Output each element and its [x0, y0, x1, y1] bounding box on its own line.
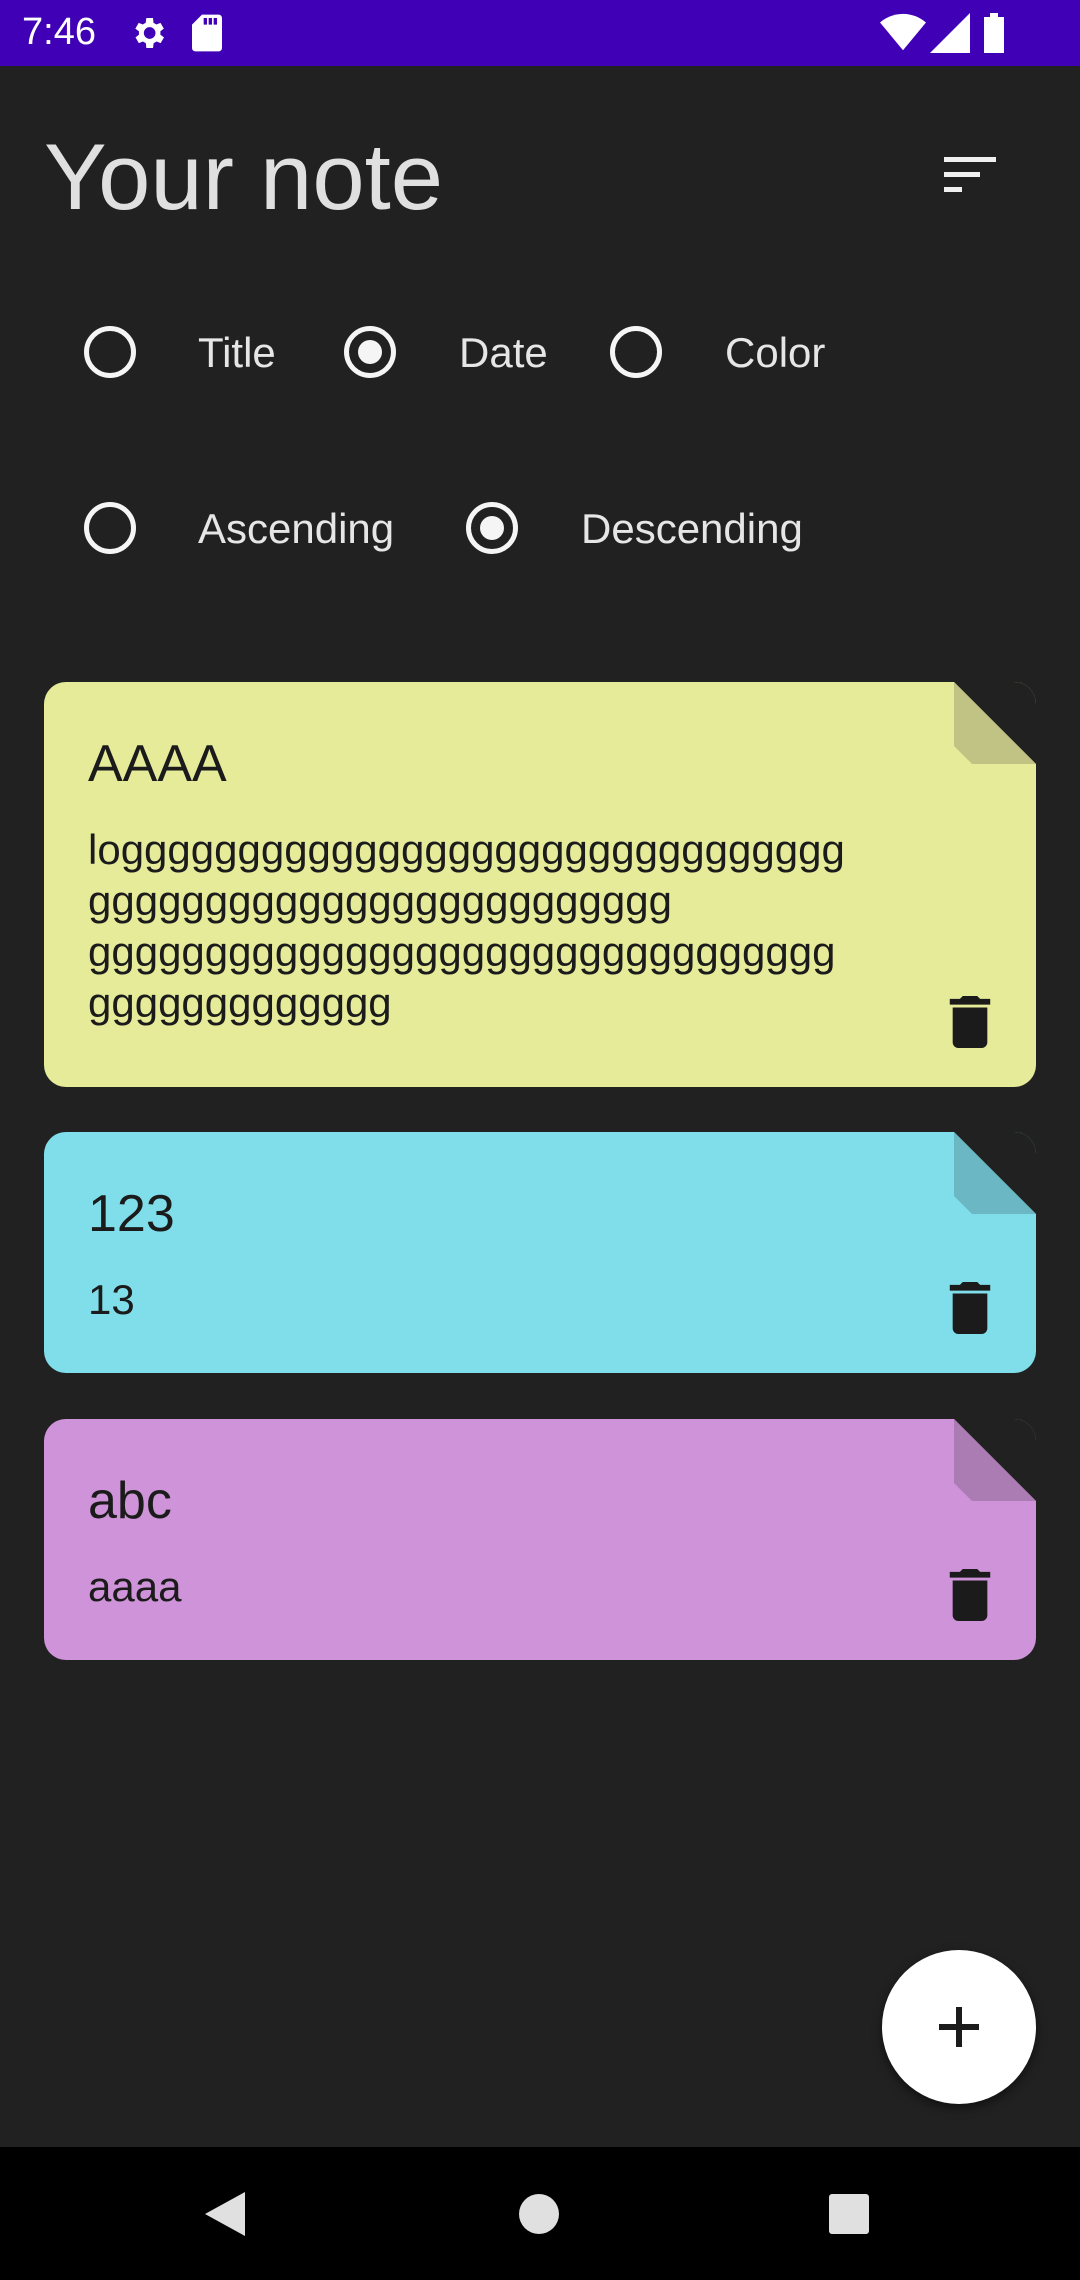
radio-date-label: Date: [459, 329, 548, 376]
battery-icon: [984, 13, 1004, 53]
delete-icon[interactable]: [948, 1569, 992, 1621]
radio-descending[interactable]: [466, 502, 518, 554]
page-title: Your note: [44, 124, 443, 229]
radio-descending-label: Descending: [581, 505, 803, 552]
note-title: 123: [88, 1185, 175, 1243]
gear-icon: [135, 18, 164, 48]
delete-icon[interactable]: [948, 1282, 992, 1334]
delete-icon[interactable]: [948, 996, 992, 1048]
sort-button[interactable]: [930, 140, 1010, 210]
radio-ascending[interactable]: [84, 502, 136, 554]
radio-color[interactable]: [610, 326, 662, 378]
note-body: 13: [88, 1276, 135, 1323]
note-card[interactable]: abc aaaa: [44, 1419, 1036, 1660]
note-card[interactable]: AAAA loggggggggggggggggggggggggggggggg g…: [44, 682, 1036, 1087]
add-note-button[interactable]: [882, 1950, 1036, 2104]
note-title: AAAA: [88, 735, 227, 793]
plus-icon: [939, 2007, 979, 2047]
home-icon[interactable]: [518, 2193, 560, 2235]
navigation-bar: [0, 2147, 1080, 2280]
sd-card-icon: [192, 14, 222, 52]
note-body: loggggggggggggggggggggggggggggggg gggggg…: [88, 826, 845, 1026]
signal-icon: [930, 13, 970, 53]
back-icon[interactable]: [200, 2189, 250, 2239]
sort-icon: [944, 157, 996, 192]
wifi-icon: [880, 13, 926, 51]
radio-date[interactable]: [344, 326, 396, 378]
status-time: 7:46: [22, 11, 96, 53]
recents-icon[interactable]: [828, 2193, 870, 2235]
radio-title-label: Title: [198, 329, 276, 376]
note-card[interactable]: 123 13: [44, 1132, 1036, 1373]
note-title: abc: [88, 1472, 172, 1530]
radio-color-label: Color: [725, 329, 826, 376]
radio-title[interactable]: [84, 326, 136, 378]
order-direction-group: Ascending Descending: [0, 502, 1080, 582]
radio-ascending-label: Ascending: [198, 505, 395, 552]
order-by-group: Title Date Color: [0, 326, 1080, 406]
note-body: aaaa: [88, 1563, 182, 1610]
status-bar: 7:46: [0, 0, 1080, 66]
